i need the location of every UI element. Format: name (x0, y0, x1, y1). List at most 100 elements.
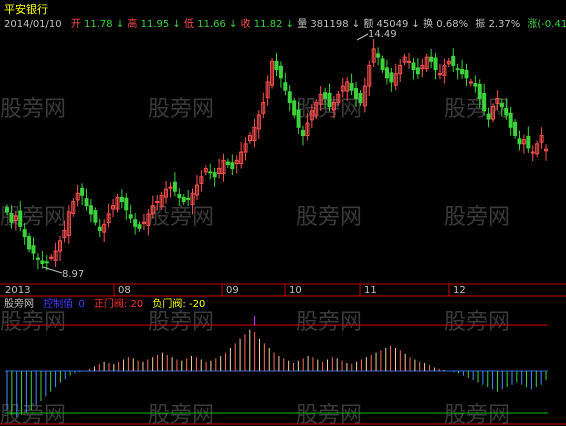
amplitude-value: 2.37% (488, 19, 520, 30)
high-label: 高 (127, 17, 137, 30)
watermark-text: 股旁网 (148, 97, 214, 122)
candle-body (5, 207, 9, 213)
candle-body (499, 102, 504, 108)
candle-body (49, 256, 54, 259)
candle-body (327, 92, 332, 108)
watermark-text: 股旁网 (296, 403, 362, 426)
candle-body (186, 197, 191, 200)
max-pointer-line (356, 33, 369, 41)
candle-body (526, 135, 531, 149)
candle-body (358, 92, 363, 104)
turnover-label: 换 (423, 17, 433, 30)
candle-body (208, 171, 213, 174)
candle-body (124, 197, 129, 211)
candle-body (168, 186, 173, 189)
watermarks: 股旁网 股旁网 股旁网 股旁网股旁网 股旁网 股旁网 股旁网股旁网 股旁网 股旁网 股旁网股旁网股… (0, 97, 510, 426)
candle-body (278, 65, 283, 79)
candle-body (225, 161, 230, 165)
candle-body (177, 194, 182, 198)
x-axis-label: 12 (453, 285, 466, 296)
indicator-value: 0 (78, 299, 84, 310)
watermark-text: 股旁网 (0, 97, 66, 122)
close-label: 收 (241, 17, 251, 30)
candle-body (477, 83, 482, 99)
candle-body (451, 55, 456, 66)
candle-body (44, 261, 49, 264)
x-axis-label: 10 (289, 285, 302, 296)
candle-body (464, 69, 469, 79)
pos-threshold-label: 正门阀: (94, 297, 127, 310)
open-label: 开 (71, 19, 81, 30)
candle-body (287, 91, 292, 104)
min-pointer-line (42, 266, 63, 274)
candle-body (40, 260, 45, 264)
close-value: 11.82 (254, 19, 283, 30)
watermark-text: 股旁网 (444, 310, 510, 335)
watermark-text: 股旁网 (444, 97, 510, 122)
candle-body (80, 187, 85, 196)
candle-body (31, 245, 36, 254)
indicator-source-label: 股旁网 (4, 297, 34, 310)
high-value: 11.95 (141, 19, 170, 30)
candle-body (468, 81, 473, 84)
change-value: 涨(-0.41)-3. (527, 18, 566, 30)
volume-arrow: ↓ (352, 19, 360, 30)
candle-body (349, 83, 354, 91)
volume-value: 381198 (310, 19, 348, 30)
quote-date: 2014/01/10 (4, 19, 62, 30)
candle-body (27, 236, 32, 250)
candle-body (230, 162, 235, 170)
amount-value: 45049 (377, 19, 409, 30)
x-axis-label: 09 (226, 285, 239, 296)
watermark-text: 股旁网 (148, 205, 214, 230)
candle-body (513, 121, 518, 137)
low-value: 11.66 (197, 19, 226, 30)
candle-body (212, 172, 217, 178)
indicator-value-name: 控制值 (43, 297, 73, 310)
open-arrow: ↓ (116, 19, 124, 30)
x-axis-label: 11 (364, 285, 377, 296)
open-value: 11.78 (84, 19, 113, 30)
neg-threshold-label: 负门阀: (152, 297, 185, 310)
x-axis-label: 08 (118, 285, 131, 296)
candle-body (389, 72, 394, 83)
candle-body (486, 113, 491, 120)
max-price-label: 14.49 (368, 29, 397, 40)
stock-name: 平安银行 (4, 2, 48, 16)
candle-body (296, 109, 301, 128)
watermark-text: 股旁网 (0, 403, 66, 426)
candle-body (301, 130, 306, 137)
turnover-value: 0.68% (436, 19, 468, 30)
candle-body (455, 68, 460, 71)
watermark-text: 股旁网 (296, 310, 362, 335)
candle-body (137, 224, 142, 229)
chart-canvas: 股旁网 股旁网 股旁网 股旁网股旁网 股旁网 股旁网 股旁网股旁网 股旁网 股旁网 股旁网股旁网股… (0, 2, 566, 426)
candle-body (283, 82, 288, 91)
candle-body (18, 210, 23, 227)
candle-body (128, 214, 133, 219)
candle-body (84, 198, 89, 207)
candle-body (517, 138, 522, 145)
indicator-header: 股旁网 控制值 0 正门阀: 20 负门阀: -20 (4, 297, 205, 310)
candle-body (172, 181, 177, 192)
candle-body (433, 57, 438, 71)
watermark-text: 股旁网 (444, 403, 510, 426)
candle-body (9, 213, 14, 223)
watermark-text: 股旁网 (444, 205, 510, 230)
candle-body (460, 69, 465, 75)
candle-body (530, 151, 535, 154)
candle-body (380, 58, 385, 71)
candle-body (88, 205, 93, 215)
candle-body (181, 196, 186, 203)
candle-body (508, 112, 513, 128)
x-axis: 2013 08 09 10 11 12 (5, 284, 466, 296)
candle-body (473, 83, 478, 87)
candle-body (323, 92, 328, 99)
candle-body (376, 53, 381, 58)
candle-body (292, 100, 297, 116)
pos-threshold-value: 20 (131, 299, 144, 310)
amount-label: 额 (363, 17, 373, 30)
low-arrow: ↓ (229, 19, 237, 30)
candle-body (35, 257, 40, 260)
candle-body (133, 219, 138, 227)
